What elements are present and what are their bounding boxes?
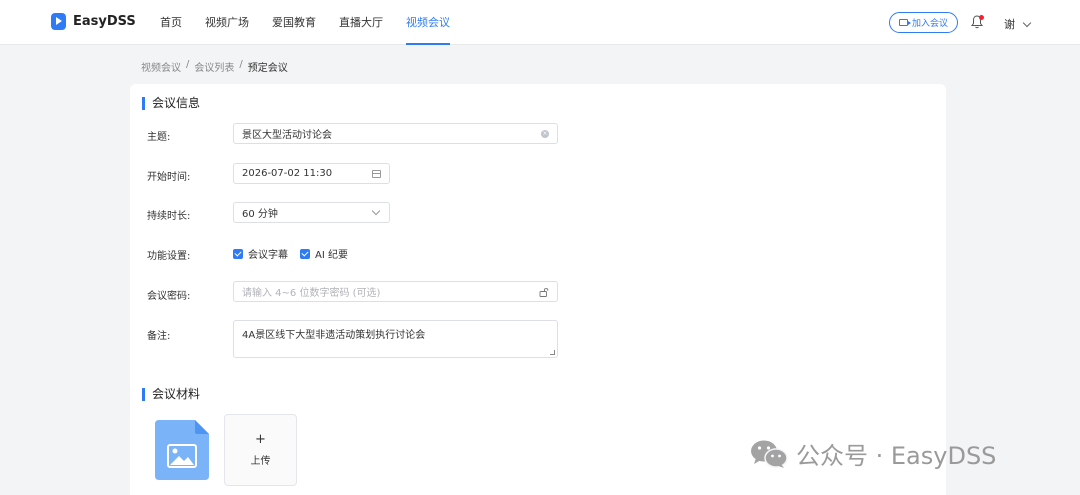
user-menu[interactable]: 谢 <box>1004 16 1032 32</box>
subject-value: 景区大型活动讨论会 <box>242 130 332 141</box>
start-time-label: 开始时间: <box>147 172 191 183</box>
resize-handle[interactable] <box>550 350 555 355</box>
password-label: 会议密码: <box>147 291 191 302</box>
password-input[interactable]: 请输入 4~6 位数字密码 (可选) <box>233 281 558 302</box>
play-logo-icon <box>51 13 66 30</box>
top-header: EasyDSS 首页 视频广场 爱国教育 直播大厅 视频会议 加入会议 谢 <box>0 0 1080 45</box>
nav-item-home[interactable]: 首页 <box>160 0 182 45</box>
breadcrumb-item-current: 预定会议 <box>247 63 288 74</box>
start-time-picker[interactable]: 2026-07-02 11:30 <box>233 163 390 184</box>
chevron-down-icon <box>1022 18 1032 27</box>
remark-textarea[interactable]: 4A景区线下大型非遗活动策划执行讨论会 <box>233 320 558 358</box>
wechat-logo-icon <box>751 440 788 468</box>
ai-summary-label: AI 纪要 <box>315 250 348 261</box>
upload-label: 上传 <box>250 456 271 467</box>
watermark-text: 公众号 · EasyDSS <box>796 442 997 470</box>
upload-button[interactable]: + 上传 <box>224 414 297 486</box>
clear-icon[interactable]: × <box>541 130 549 138</box>
plus-icon: + <box>255 432 266 447</box>
password-placeholder: 请输入 4~6 位数字密码 (可选) <box>242 288 381 299</box>
watermark: 公众号 · EasyDSS <box>750 436 996 471</box>
start-time-value: 2026-07-02 11:30 <box>242 168 333 179</box>
brand-name: EasyDSS <box>73 14 136 29</box>
unlock-icon[interactable] <box>539 287 549 297</box>
calendar-icon <box>372 170 381 178</box>
join-meeting-label: 加入会议 <box>911 19 948 29</box>
nav-item-video-square[interactable]: 视频广场 <box>205 0 249 45</box>
chevron-down-icon <box>371 206 381 216</box>
breadcrumb-separator: / <box>239 59 243 70</box>
subtitles-checkbox[interactable]: 会议字幕 <box>233 246 288 261</box>
section-title-meeting-info: 会议信息 <box>142 97 200 110</box>
video-camera-icon <box>898 19 911 26</box>
subject-label: 主题: <box>147 132 171 143</box>
breadcrumb-item-meetings[interactable]: 视频会议 <box>141 59 181 74</box>
remark-value: 4A景区线下大型非遗活动策划执行讨论会 <box>242 330 426 341</box>
join-meeting-button[interactable]: 加入会议 <box>889 12 958 33</box>
meeting-form-card: 会议信息 主题: 景区大型活动讨论会 × 开始时间: 2026-07-02 11… <box>130 84 946 495</box>
remark-label: 备注: <box>147 331 171 342</box>
features-label: 功能设置: <box>147 251 191 262</box>
ai-summary-checkbox[interactable]: AI 纪要 <box>300 246 348 261</box>
checkbox-checked-icon <box>300 248 310 259</box>
image-file-icon[interactable] <box>155 420 209 480</box>
duration-select[interactable]: 60 分钟 <box>233 202 390 223</box>
subject-input[interactable]: 景区大型活动讨论会 × <box>233 123 558 144</box>
notification-badge <box>979 15 984 20</box>
user-name: 谢 <box>1004 18 1015 31</box>
nav-item-video-meeting[interactable]: 视频会议 <box>406 0 450 45</box>
breadcrumb-separator: / <box>186 59 190 70</box>
breadcrumb-item-meeting-list[interactable]: 会议列表 <box>194 59 234 74</box>
duration-value: 60 分钟 <box>242 209 278 220</box>
duration-label: 持续时长: <box>147 211 191 222</box>
checkbox-checked-icon <box>233 248 243 259</box>
brand-logo[interactable]: EasyDSS <box>51 13 136 30</box>
main-nav: 首页 视频广场 爱国教育 直播大厅 视频会议 <box>160 0 473 45</box>
subtitles-label: 会议字幕 <box>248 250 288 261</box>
nav-item-patriotic-education[interactable]: 爱国教育 <box>272 0 316 45</box>
breadcrumb: 视频会议 / 会议列表 / 预定会议 <box>141 59 288 74</box>
nav-item-live-hall[interactable]: 直播大厅 <box>339 0 383 45</box>
section-title-materials: 会议材料 <box>142 388 200 401</box>
feature-options: 会议字幕 AI 纪要 <box>233 246 348 261</box>
